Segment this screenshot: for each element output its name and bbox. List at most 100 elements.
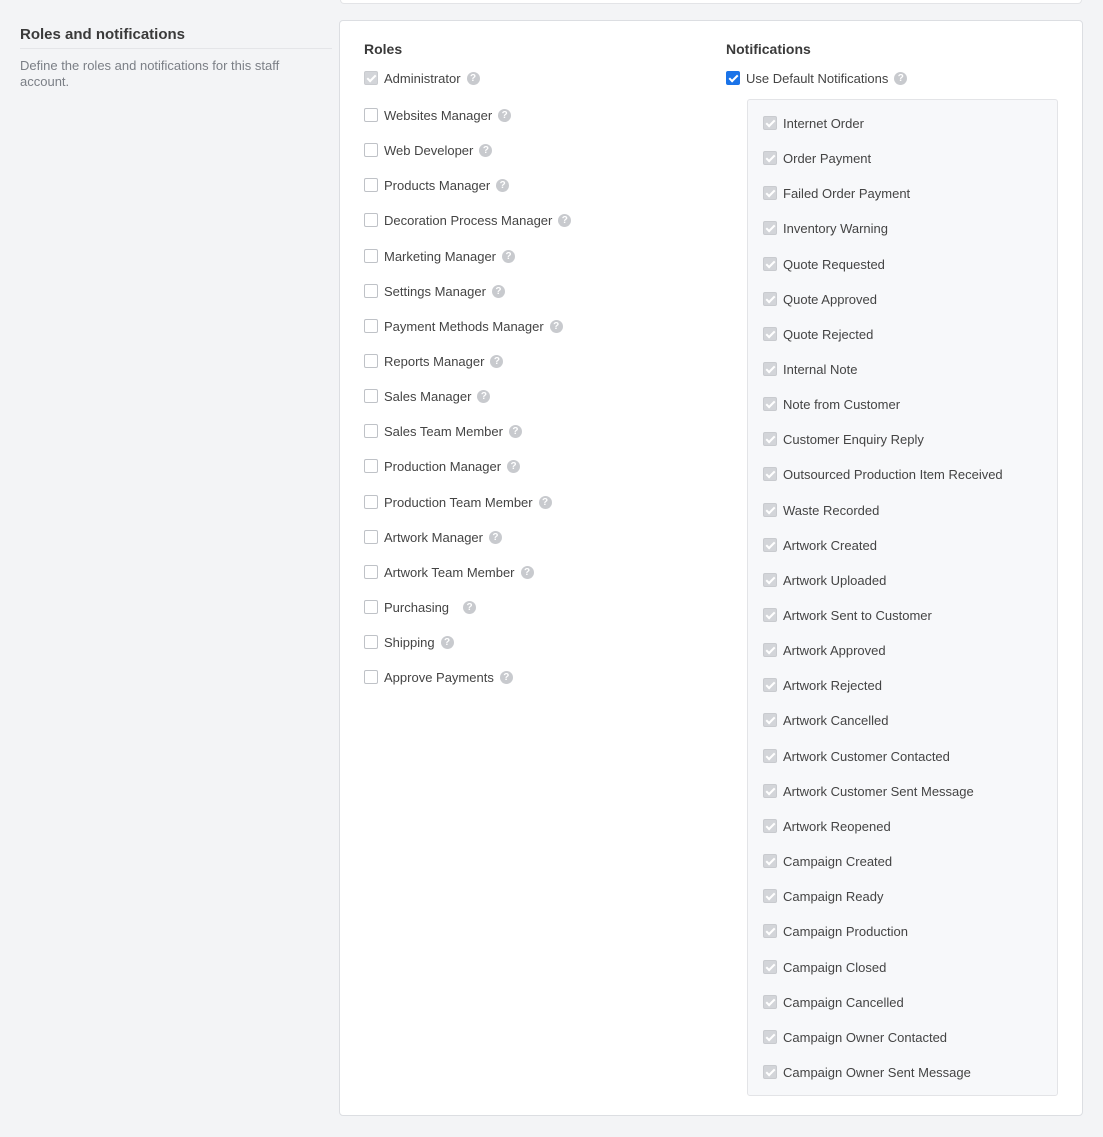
notification-label: Quote Approved [783,291,877,307]
role-item[interactable]: Production Team Member? [364,493,552,511]
role-item[interactable]: Purchasing? [364,598,477,616]
notification-item: Campaign Owner Sent Message [763,1063,971,1081]
role-item[interactable]: Websites Manager? [364,106,512,124]
role-item[interactable]: Payment Methods Manager? [364,317,563,335]
role-item: Administrator? [364,69,480,87]
help-icon[interactable]: ? [440,635,454,649]
help-icon[interactable]: ? [490,354,504,368]
notification-item: Artwork Cancelled [763,711,889,729]
help-icon[interactable]: ? [538,495,552,509]
help-icon[interactable]: ? [520,565,534,579]
section-info: Roles and notifications Define the roles… [20,26,332,90]
help-icon[interactable]: ? [502,249,515,263]
role-checkbox[interactable] [364,670,378,684]
notification-checkbox [763,995,777,1009]
role-item[interactable]: Sales Manager? [364,387,491,405]
help-icon[interactable]: ? [558,213,572,227]
role-checkbox[interactable] [364,249,378,263]
use-default-label: Use Default Notifications [746,70,889,86]
role-checkbox[interactable] [364,424,378,438]
notification-label: Campaign Production [783,923,909,939]
notification-label: Quote Requested [783,256,885,272]
notification-label: Inventory Warning [783,220,889,236]
role-item[interactable]: Artwork Manager? [364,528,502,546]
notification-label: Artwork Rejected [783,677,882,693]
help-icon[interactable]: ? [488,530,502,544]
role-item[interactable]: Shipping? [364,633,454,651]
notification-label: Quote Rejected [783,326,874,342]
role-checkbox[interactable] [364,319,378,333]
role-checkbox[interactable] [364,495,378,509]
notification-checkbox [763,221,777,235]
notification-label: Customer Enquiry Reply [783,431,924,447]
notification-item: Internal Note [763,360,857,378]
role-item[interactable]: Web Developer? [364,141,493,159]
role-item[interactable]: Settings Manager? [364,282,505,300]
role-item[interactable]: Products Manager? [364,176,510,194]
role-checkbox[interactable] [364,389,378,403]
role-label: Approve Payments [384,669,494,685]
notification-label: Campaign Owner Sent Message [783,1064,971,1080]
role-checkbox[interactable] [364,178,378,192]
role-item[interactable]: Sales Team Member? [364,422,522,440]
role-item[interactable]: Artwork Team Member? [364,563,534,581]
notification-checkbox [763,713,777,727]
role-checkbox[interactable] [364,635,378,649]
role-checkbox[interactable] [364,284,378,298]
help-icon[interactable]: ? [479,143,493,157]
help-icon[interactable]: ? [499,670,513,684]
role-item[interactable]: Approve Payments? [364,668,513,686]
notification-item: Waste Recorded [763,501,879,519]
help-icon[interactable]: ? [466,71,480,85]
use-default-notifications[interactable]: Use Default Notifications ? [726,69,908,87]
role-checkbox[interactable] [364,354,378,368]
help-icon[interactable]: ? [508,424,522,438]
role-label: Reports Manager [384,353,485,369]
notification-checkbox [763,432,777,446]
notification-checkbox [763,397,777,411]
roles-notifications-card: Roles Administrator? Websites Manager? Web… [339,20,1083,1116]
notification-label: Artwork Approved [783,642,886,658]
notification-label: Artwork Uploaded [783,572,887,588]
notification-item: Inventory Warning [763,219,888,237]
role-checkbox[interactable] [364,143,378,157]
role-checkbox[interactable] [364,108,378,122]
role-checkbox[interactable] [364,530,378,544]
help-icon[interactable]: ? [463,600,477,614]
notification-label: Campaign Closed [783,959,887,975]
help-icon[interactable]: ? [549,319,563,333]
notification-label: Internal Note [783,361,858,377]
notification-checkbox [763,503,777,517]
role-item[interactable]: Production Manager? [364,457,521,475]
notification-item: Artwork Sent to Customer [763,606,932,624]
notification-checkbox [763,819,777,833]
help-icon[interactable]: ? [477,389,491,403]
role-checkbox[interactable] [364,213,378,227]
help-icon[interactable]: ? [894,71,908,85]
role-label: Administrator [384,70,461,86]
help-icon[interactable]: ? [498,108,512,122]
role-label: Artwork Manager [384,529,483,545]
help-icon[interactable]: ? [491,284,505,298]
role-checkbox[interactable] [364,565,378,579]
role-label: Sales Manager [384,388,472,404]
notification-item: Artwork Approved [763,641,886,659]
notification-item: Outsourced Production Item Received [763,465,1003,483]
notification-item: Failed Order Payment [763,184,910,202]
notification-item: Artwork Created [763,536,877,554]
previous-card-edge [340,0,1082,4]
notification-item: Campaign Owner Contacted [763,1028,947,1046]
role-item[interactable]: Marketing Manager? [364,247,515,265]
role-item[interactable]: Decoration Process Manager? [364,211,572,229]
role-checkbox[interactable] [364,459,378,473]
use-default-checkbox[interactable] [726,71,740,85]
role-label: Production Manager [384,458,502,474]
role-checkbox [364,71,378,85]
role-item[interactable]: Reports Manager? [364,352,504,370]
role-label: Payment Methods Manager [384,318,544,334]
notification-label: Note from Customer [783,396,901,412]
help-icon[interactable]: ? [507,459,521,473]
role-checkbox[interactable] [364,600,378,614]
notification-checkbox [763,362,777,376]
help-icon[interactable]: ? [496,178,510,192]
